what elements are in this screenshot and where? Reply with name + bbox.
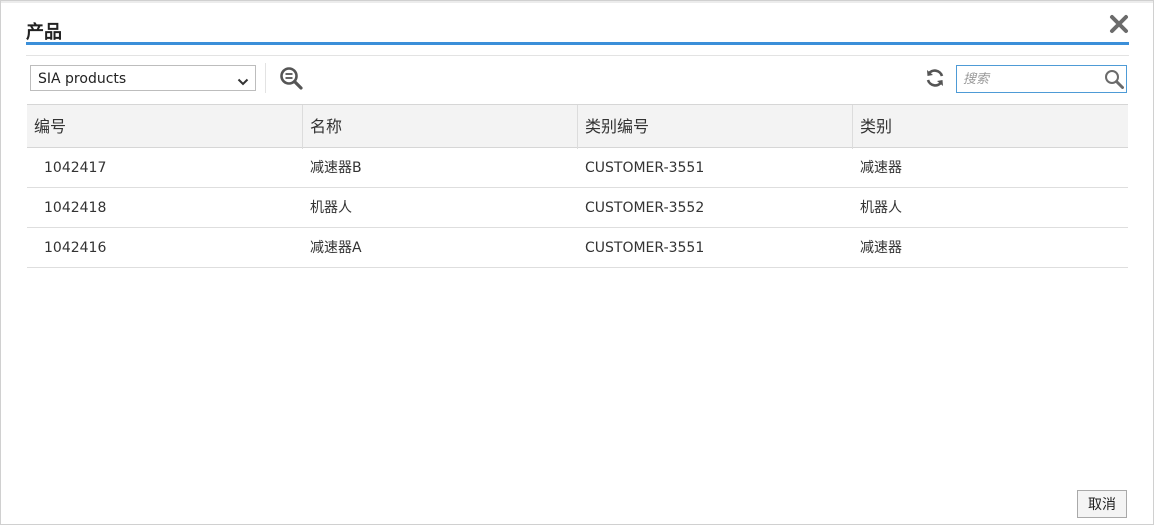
cell-category: 减速器	[860, 240, 902, 256]
cell-id: 1042418	[44, 200, 107, 216]
search-input[interactable]	[963, 69, 1098, 89]
cell-id: 1042417	[44, 160, 107, 176]
select-value: SIA products	[38, 71, 127, 87]
top-strip	[1, 1, 1153, 3]
cell-category-id: CUSTOMER-3552	[585, 200, 705, 216]
dialog-title: 产品	[26, 22, 62, 43]
column-header-category-id[interactable]: 类别编号	[578, 105, 853, 149]
column-header-name[interactable]: 名称	[303, 105, 578, 149]
search-box	[956, 65, 1127, 93]
refresh-icon[interactable]	[924, 67, 946, 89]
close-icon[interactable]	[1108, 13, 1130, 35]
cell-name: 机器人	[310, 200, 352, 216]
table-header: 编号 名称 类别编号 类别	[27, 104, 1128, 149]
dialog-header: 产品	[26, 15, 1129, 45]
table-row[interactable]: 1042418 机器人 CUSTOMER-3552 机器人	[27, 188, 1128, 228]
cell-category-id: CUSTOMER-3551	[585, 240, 705, 256]
cell-name: 减速器A	[310, 240, 362, 256]
product-dialog: 产品 SIA products 搜索 编号 名称 类别编号 类别 1042417…	[0, 0, 1154, 525]
table-row[interactable]: 1042417 减速器B CUSTOMER-3551 减速器	[27, 148, 1128, 188]
header-divider	[26, 55, 1129, 56]
product-source-select[interactable]: SIA products	[30, 65, 256, 91]
toolbar-separator	[265, 63, 266, 93]
cancel-button[interactable]: 取消	[1077, 490, 1127, 518]
cell-name: 减速器B	[310, 160, 362, 176]
column-header-category[interactable]: 类别	[853, 105, 1128, 149]
cell-id: 1042416	[44, 240, 107, 256]
cell-category: 减速器	[860, 160, 902, 176]
chevron-down-icon	[237, 73, 249, 86]
zoom-filter-icon[interactable]	[279, 66, 303, 90]
column-header-id[interactable]: 编号	[27, 105, 303, 149]
cell-category-id: CUSTOMER-3551	[585, 160, 705, 176]
product-table: 编号 名称 类别编号 类别 1042417 减速器B CUSTOMER-3551…	[27, 104, 1128, 268]
search-icon[interactable]	[1104, 69, 1124, 89]
table-row[interactable]: 1042416 减速器A CUSTOMER-3551 减速器	[27, 228, 1128, 268]
cell-category: 机器人	[860, 200, 902, 216]
